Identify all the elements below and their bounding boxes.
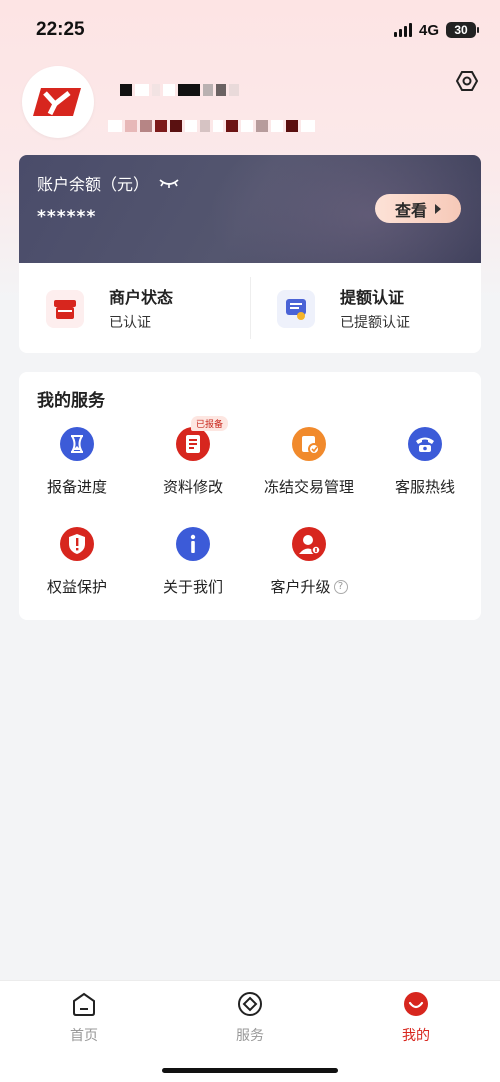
balance-title: 账户余额（元）: [37, 175, 150, 194]
view-balance-button[interactable]: 查看: [375, 194, 461, 223]
play-arrow-icon: [435, 203, 441, 214]
service-customer-upgrade[interactable]: 客户升级?: [251, 526, 367, 606]
battery-icon: 30: [446, 22, 479, 38]
service-frozen-transactions[interactable]: 冻结交易管理: [251, 426, 367, 506]
tab-label: 首页: [70, 1028, 98, 1044]
balance-title-row: 账户余额（元）: [37, 171, 179, 195]
service-label: 客户升级: [270, 578, 331, 596]
brand-logo-icon: [33, 88, 81, 116]
user-upgrade-icon: [292, 527, 326, 561]
service-label: 客服热线: [394, 478, 455, 496]
battery-level: 30: [454, 23, 468, 37]
status-bar: 22:25 4G 30: [0, 0, 500, 60]
services-title: 我的服务: [37, 391, 105, 411]
status-item-name: 提额认证: [340, 288, 405, 307]
status-item-sub: 已认证: [109, 315, 151, 331]
settings-icon[interactable]: [454, 68, 480, 94]
home-icon: [73, 992, 95, 1016]
balance-value: ******: [37, 207, 97, 227]
signal-icon: [393, 23, 412, 37]
hexagon-gear-icon: [456, 71, 478, 91]
my-services-card: 我的服务 报备进度 资料修改 已报备 冻结交易管理 客服热线 权益保护 关于我们…: [19, 372, 481, 620]
service-about-us[interactable]: 关于我们: [135, 526, 251, 606]
tab-label: 我的: [402, 1028, 430, 1044]
info-icon: [176, 527, 210, 561]
profile-header: [22, 66, 482, 146]
service-label: 冻结交易管理: [263, 478, 354, 496]
service-label: 权益保护: [46, 578, 107, 596]
certificate-icon: [277, 290, 315, 328]
document-edit-icon: [176, 427, 210, 461]
service-label-row: 客户升级?: [251, 576, 367, 597]
avatar[interactable]: [22, 66, 94, 138]
view-button-label: 查看: [394, 200, 427, 220]
store-icon: [46, 290, 84, 328]
service-filing-progress[interactable]: 报备进度: [19, 426, 135, 506]
balance-card: 账户余额（元） ****** 查看: [19, 155, 481, 263]
phone-icon: [408, 427, 442, 461]
eye-closed-icon[interactable]: [159, 177, 179, 189]
merchant-status-item[interactable]: 商户状态 已认证: [19, 263, 250, 353]
tab-home[interactable]: 首页: [24, 991, 144, 1051]
tab-services[interactable]: 服务: [190, 991, 310, 1051]
service-info-edit[interactable]: 资料修改: [135, 426, 251, 506]
home-indicator: [162, 1068, 338, 1073]
status-indicators: 4G 30: [393, 21, 479, 39]
service-label: 资料修改: [162, 478, 223, 496]
filed-badge: 已报备: [191, 416, 229, 431]
masked-account-id: [108, 120, 315, 132]
hourglass-icon: [60, 427, 94, 461]
help-icon[interactable]: ?: [333, 579, 348, 594]
service-label: 关于我们: [162, 578, 223, 596]
service-label: 报备进度: [46, 478, 107, 496]
frozen-transaction-icon: [292, 427, 326, 461]
smile-profile-icon: [404, 992, 428, 1016]
diamond-service-icon: [238, 992, 262, 1016]
tab-label: 服务: [236, 1028, 264, 1044]
service-hotline[interactable]: 客服热线: [367, 426, 483, 506]
tab-mine[interactable]: 我的: [356, 991, 476, 1051]
service-rights-protection[interactable]: 权益保护: [19, 526, 135, 606]
masked-username: [120, 84, 239, 96]
merchant-status-card: 商户状态 已认证 提额认证 已提额认证: [19, 263, 481, 353]
status-item-name: 商户状态: [109, 288, 174, 307]
limit-certification-item[interactable]: 提额认证 已提额认证: [250, 263, 481, 353]
network-label: 4G: [418, 21, 439, 39]
status-item-sub: 已提额认证: [340, 315, 410, 331]
shield-icon: [60, 527, 94, 561]
status-time: 22:25: [36, 19, 85, 40]
bottom-tab-bar: 首页 服务 我的: [0, 980, 500, 1082]
